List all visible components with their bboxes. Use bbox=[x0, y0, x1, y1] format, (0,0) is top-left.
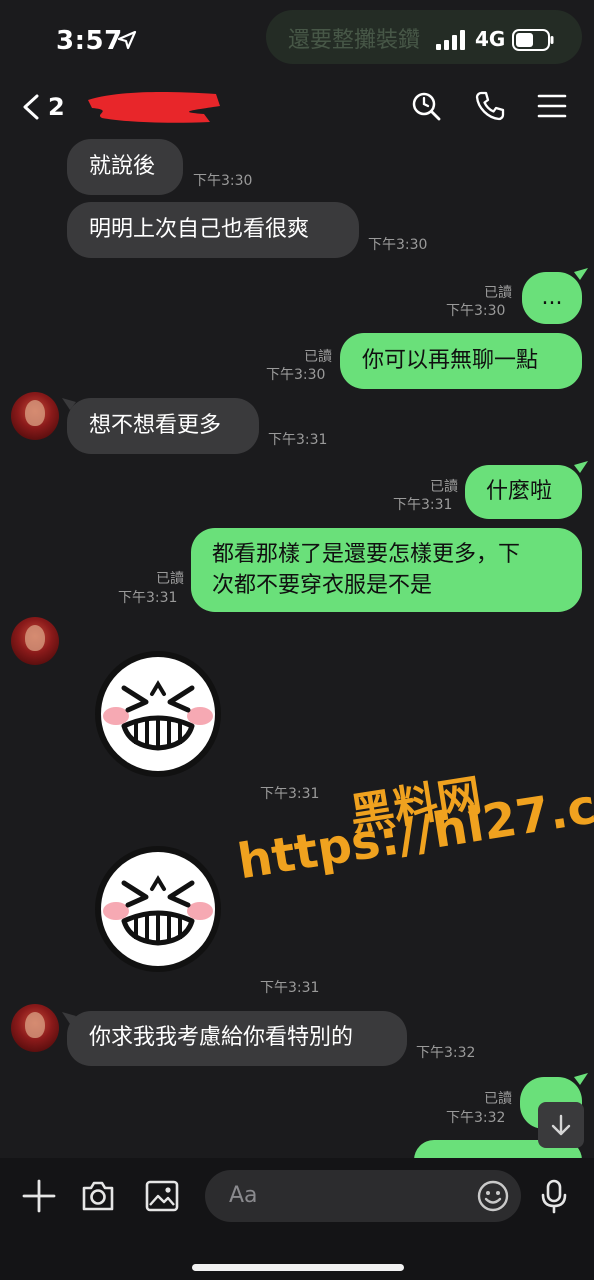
notification-preview-text: 還要整攤裝鑽 bbox=[288, 28, 421, 53]
contact-avatar[interactable] bbox=[11, 1004, 59, 1052]
contact-avatar[interactable] bbox=[11, 617, 59, 665]
scroll-to-bottom-button[interactable] bbox=[538, 1102, 584, 1148]
message-time: 下午3:30 bbox=[266, 367, 326, 383]
message-text: 你求我我考慮給你看特別的 bbox=[89, 1025, 354, 1050]
contact-name-redacted bbox=[88, 92, 220, 123]
bubble-tail bbox=[574, 1073, 588, 1085]
message-time: 下午3:31 bbox=[393, 497, 453, 513]
message-time: 下午3:31 bbox=[260, 980, 320, 996]
outgoing-message-bubble[interactable]: 你可以再無聊一點 bbox=[340, 333, 582, 389]
read-receipt: 已讀 bbox=[156, 571, 184, 587]
read-receipt: 已讀 bbox=[484, 1091, 512, 1107]
laughing-face-sticker[interactable] bbox=[94, 845, 222, 973]
message-text: 明明上次自己也看很爽 bbox=[89, 217, 310, 242]
signal-icon bbox=[436, 30, 465, 50]
read-receipt: 已讀 bbox=[430, 479, 458, 495]
message-time: 下午3:30 bbox=[193, 173, 253, 189]
message-time: 下午3:31 bbox=[118, 590, 178, 606]
message-time: 下午3:30 bbox=[446, 303, 506, 319]
message-time: 下午3:31 bbox=[260, 786, 320, 802]
read-receipt: 已讀 bbox=[484, 285, 512, 301]
message-text-line-2: 次都不要穿衣服是不是 bbox=[212, 573, 433, 598]
incoming-message-bubble[interactable]: 就說後 bbox=[67, 139, 183, 195]
message-time: 下午3:32 bbox=[446, 1110, 506, 1126]
location-arrow-icon bbox=[117, 30, 137, 50]
image-icon[interactable] bbox=[144, 1178, 180, 1214]
camera-icon[interactable] bbox=[80, 1178, 116, 1214]
outgoing-message-bubble[interactable]: ... bbox=[522, 272, 582, 324]
outgoing-message-bubble[interactable]: 什麼啦 bbox=[465, 465, 582, 519]
status-time: 3:57 bbox=[56, 26, 123, 56]
incoming-message-bubble[interactable]: 明明上次自己也看很爽 bbox=[67, 202, 359, 258]
contact-avatar[interactable] bbox=[11, 392, 59, 440]
network-type: 4G bbox=[475, 27, 506, 51]
message-text: ... bbox=[541, 285, 563, 310]
incoming-message-bubble[interactable]: 想不想看更多 bbox=[67, 398, 259, 454]
emoji-icon[interactable] bbox=[475, 1178, 511, 1214]
laughing-face-sticker[interactable] bbox=[94, 650, 222, 778]
battery-icon bbox=[512, 29, 554, 51]
incoming-message-bubble[interactable]: 你求我我考慮給你看特別的 bbox=[67, 1011, 407, 1066]
unread-count[interactable]: 2 bbox=[48, 93, 65, 121]
message-time: 下午3:31 bbox=[268, 432, 328, 448]
phone-icon[interactable] bbox=[474, 90, 506, 122]
search-icon[interactable] bbox=[410, 90, 442, 122]
outgoing-message-bubble[interactable]: 都看那樣了是還要怎樣更多，下 次都不要穿衣服是不是 bbox=[191, 528, 582, 612]
message-input-placeholder: Aa bbox=[229, 1183, 258, 1208]
message-text: 想不想看更多 bbox=[89, 413, 222, 438]
message-time: 下午3:32 bbox=[416, 1045, 476, 1061]
message-text: 你可以再無聊一點 bbox=[362, 348, 539, 373]
message-text-line-1: 都看那樣了是還要怎樣更多，下 bbox=[212, 542, 521, 567]
message-text: 什麼啦 bbox=[486, 479, 553, 504]
arrow-down-icon bbox=[551, 1114, 571, 1136]
menu-icon[interactable] bbox=[536, 90, 568, 122]
microphone-icon[interactable] bbox=[536, 1178, 572, 1214]
home-indicator bbox=[192, 1264, 404, 1271]
bubble-tail bbox=[574, 461, 588, 473]
plus-icon[interactable] bbox=[21, 1178, 57, 1214]
message-time: 下午3:30 bbox=[368, 237, 428, 253]
message-text: 就說後 bbox=[89, 154, 156, 179]
back-chevron-icon[interactable] bbox=[20, 94, 44, 120]
read-receipt: 已讀 bbox=[304, 349, 332, 365]
bubble-tail bbox=[574, 268, 588, 280]
